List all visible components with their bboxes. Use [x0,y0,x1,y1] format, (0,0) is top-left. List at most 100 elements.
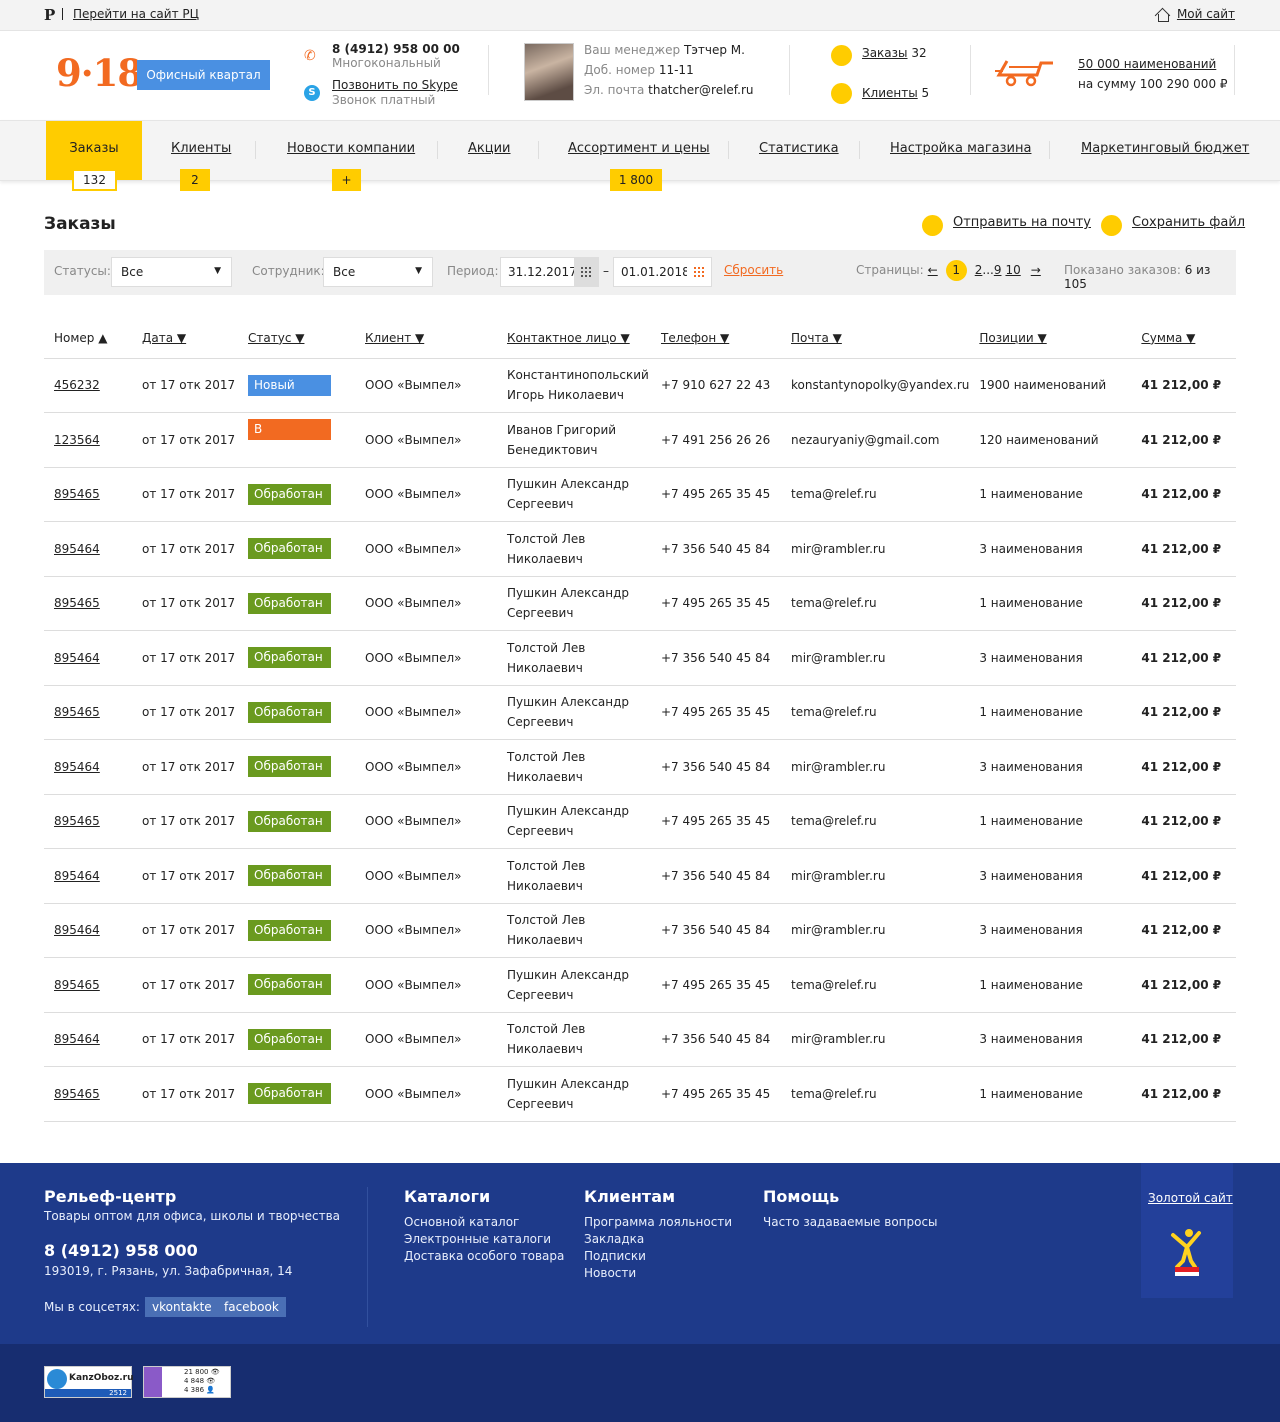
clients-link[interactable]: Клиенты [862,86,918,100]
facebook-link[interactable]: facebook [217,1297,286,1317]
divider [488,45,489,95]
news-badge[interactable]: + [332,169,361,191]
go-to-rc-site-link[interactable]: Перейти на сайт РЦ [73,7,199,21]
col-items[interactable]: Позиции ▼ [969,318,1132,359]
table-row[interactable]: 895464 от 17 отк 2017 Обработан ООО «Вымпел… [44,630,1236,686]
site-logo[interactable]: 9·18 [56,51,143,95]
order-number-link[interactable]: 895464 [44,739,132,795]
col-phone[interactable]: Телефон ▼ [651,318,781,359]
save-file-link[interactable]: Сохранить файл [1132,215,1245,230]
order-number-link[interactable]: 895465 [44,1066,132,1122]
footer-link-main-catalog[interactable]: Основной каталог [404,1215,519,1229]
footer-link-subscriptions[interactable]: Подписки [584,1249,646,1263]
next-page-arrow-icon[interactable]: → [1031,263,1041,277]
table-row[interactable]: 456232 от 17 отк 2017 Новый ООО «Вымпел» Кон… [44,358,1236,413]
footer-link-loyalty[interactable]: Программа лояльности [584,1215,732,1229]
nav-store-settings[interactable]: Настройка магазина [890,121,1031,180]
order-email: nezauryaniy@gmail.com [781,412,970,468]
kanzoboz-counter[interactable]: KanzOboz.ru 2512 [44,1366,133,1398]
divider [1049,141,1050,159]
order-number-link[interactable]: 895464 [44,848,132,904]
page-9[interactable]: 9 [994,263,1002,277]
vkontakte-link[interactable]: vkontakte [145,1297,219,1317]
reset-filters-link[interactable]: Сбросить [724,263,783,277]
contact-line-1: Константинопольский [507,368,649,383]
order-number-link[interactable]: 895465 [44,957,132,1013]
status-badge: Новый [248,374,331,396]
col-sum[interactable]: Сумма ▼ [1131,318,1236,359]
table-row[interactable]: 895465 от 17 отк 2017 Обработан ООО «Вымпел… [44,1066,1236,1122]
order-number-link[interactable]: 456232 [44,358,132,413]
status-badge: Обработан [248,1028,331,1050]
footer-link-faq[interactable]: Часто задаваемые вопросы [763,1215,938,1229]
page-10[interactable]: 10 [1005,263,1020,277]
footer-link-bookmark[interactable]: Закладка [584,1232,644,1246]
employee-select[interactable]: Все [323,257,433,287]
col-date[interactable]: Дата ▼ [132,318,238,359]
table-row[interactable]: 895465 от 17 отк 2017 Обработан ООО «Вымпел… [44,467,1236,522]
order-number-link[interactable]: 895465 [44,467,132,522]
nav-promotions[interactable]: Акции [468,121,511,180]
order-contact: Толстой Лев Николаевич [497,739,651,795]
table-row[interactable]: 895465 от 17 отк 2017 Обработан ООО «Вымпел… [44,685,1236,740]
col-email[interactable]: Почта ▼ [781,318,970,359]
order-sum: 41 212,00 ₽ [1131,794,1236,849]
relef-logo[interactable]: Р [44,6,55,24]
mail-dot-icon [922,215,943,236]
order-items: 3 наименования [969,521,1132,577]
order-number-link[interactable]: 895465 [44,794,132,849]
order-date: от 17 отк 2017 [132,739,238,795]
table-row[interactable]: 895464 от 17 отк 2017 Обработан ООО «Вымпел… [44,903,1236,958]
nav-statistics[interactable]: Статистика [759,121,839,180]
order-email: mir@rambler.ru [781,1012,970,1067]
table-row[interactable]: 123564 от 17 отк 2017 В обработке ООО «Вымп… [44,412,1236,468]
prev-page-arrow-icon[interactable]: ← [928,263,938,277]
orders-link[interactable]: Заказы [862,46,908,60]
golden-site-link[interactable]: Золотой сайт [1148,1191,1233,1205]
order-number-link[interactable]: 895464 [44,903,132,958]
table-row[interactable]: 895464 от 17 отк 2017 Обработан ООО «Вымпел… [44,521,1236,577]
order-number-link[interactable]: 895464 [44,630,132,686]
order-number-link[interactable]: 895465 [44,685,132,740]
footer-link-e-catalogs[interactable]: Электронные каталоги [404,1232,551,1246]
nav-marketing-budget[interactable]: Маркетинговый бюджет [1081,121,1249,180]
office-quarter-button[interactable]: Офисный квартал [137,60,270,90]
footer-link-news[interactable]: Новости [584,1266,636,1280]
order-date: от 17 отк 2017 [132,685,238,740]
order-number-link[interactable]: 895464 [44,1012,132,1067]
col-client[interactable]: Клиент ▼ [355,318,497,359]
skype-call-link[interactable]: Позвонить по Skype [332,78,458,92]
table-row[interactable]: 895464 от 17 отк 2017 Обработан ООО «Вымпел… [44,848,1236,904]
order-date: от 17 отк 2017 [132,630,238,686]
table-row[interactable]: 895464 от 17 отк 2017 Обработан ООО «Вымпел… [44,1012,1236,1067]
order-number-link[interactable]: 123564 [44,412,132,468]
order-items: 1 наименование [969,576,1132,631]
table-row[interactable]: 895464 от 17 отк 2017 Обработан ООО «Вымпел… [44,739,1236,795]
col-status[interactable]: Статус ▼ [238,318,355,359]
footer-link-special-delivery[interactable]: Доставка особого товара [404,1249,564,1263]
date-to-field[interactable]: 01.01.2018 [613,257,712,287]
page-1[interactable]: 1 [945,259,967,281]
order-number-link[interactable]: 895465 [44,576,132,631]
order-sum: 41 212,00 ₽ [1131,630,1236,686]
assortment-link[interactable]: 50 000 наименований [1078,57,1216,71]
col-number[interactable]: Номер ▲ [44,318,132,359]
col-contact[interactable]: Контактное лицо ▼ [497,318,651,359]
contact-line-2: Сергеевич [507,715,574,730]
table-row[interactable]: 895465 от 17 отк 2017 Обработан ООО «Вымпел… [44,576,1236,631]
my-site-link[interactable]: Мой сайт [1155,7,1235,22]
table-row[interactable]: 895465 от 17 отк 2017 Обработан ООО «Вымпел… [44,794,1236,849]
pages-label: Страницы: [856,263,924,277]
send-mail-link[interactable]: Отправить на почту [953,215,1091,230]
order-items: 3 наименования [969,630,1132,686]
counter-logo-icon [144,1367,162,1397]
calendar-icon[interactable] [687,258,711,286]
status-select[interactable]: Все [111,257,232,287]
order-number-link[interactable]: 895464 [44,521,132,577]
date-from-field[interactable]: 31.12.2017 [500,257,599,287]
calendar-icon[interactable] [574,258,598,286]
order-contact: Пушкин Александр Сергеевич [497,685,651,740]
table-row[interactable]: 895465 от 17 отк 2017 Обработан ООО «Вымпел… [44,957,1236,1013]
liveinternet-counter[interactable]: 21 800 👁 4 848 👁 4 386 👤 [143,1366,231,1398]
my-site-label[interactable]: Мой сайт [1177,7,1235,21]
